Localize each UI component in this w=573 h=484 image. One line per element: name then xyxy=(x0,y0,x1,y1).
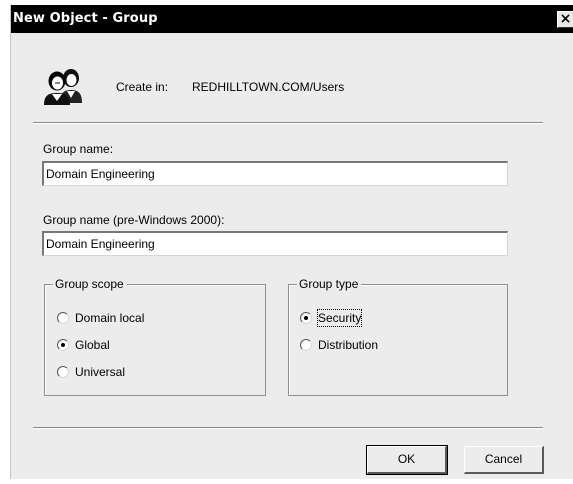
scope-domain-local-label[interactable]: Domain local xyxy=(75,310,144,326)
close-button[interactable]: × xyxy=(557,11,573,28)
type-distribution-label[interactable]: Distribution xyxy=(318,337,378,353)
type-security-label[interactable]: Security xyxy=(317,309,363,327)
new-object-group-dialog: New Object - Group × Create in: REDHILLT… xyxy=(10,5,573,479)
create-in-path: REDHILLTOWN.COM/Users xyxy=(192,80,345,94)
scope-universal-radio[interactable] xyxy=(57,366,69,378)
group-name-pre2000-label: Group name (pre-Windows 2000): xyxy=(43,213,225,227)
group-scope-legend: Group scope xyxy=(53,277,127,291)
group-type-legend: Group type xyxy=(297,277,362,291)
footer-separator xyxy=(33,427,543,429)
group-users-icon xyxy=(44,69,82,105)
group-name-input[interactable] xyxy=(42,161,508,186)
scope-global-label[interactable]: Global xyxy=(75,337,110,353)
scope-universal-label[interactable]: Universal xyxy=(75,364,125,380)
type-security-radio[interactable] xyxy=(300,312,312,324)
header-separator xyxy=(33,122,543,124)
cancel-button[interactable]: Cancel xyxy=(464,446,544,474)
scope-global-radio[interactable] xyxy=(57,339,69,351)
scope-domain-local-radio[interactable] xyxy=(57,312,69,324)
create-in-label: Create in: xyxy=(116,80,169,94)
group-name-pre2000-input[interactable] xyxy=(42,231,508,256)
title-bar[interactable]: New Object - Group × xyxy=(11,5,573,33)
type-distribution-radio[interactable] xyxy=(300,339,312,351)
group-scope-groupbox: Group scope Domain local Global Universa… xyxy=(44,277,266,396)
ok-button[interactable]: OK xyxy=(366,445,448,475)
group-name-label: Group name: xyxy=(43,142,114,156)
dialog-title: New Object - Group xyxy=(13,11,158,26)
group-type-groupbox: Group type Security Distribution xyxy=(288,277,508,396)
